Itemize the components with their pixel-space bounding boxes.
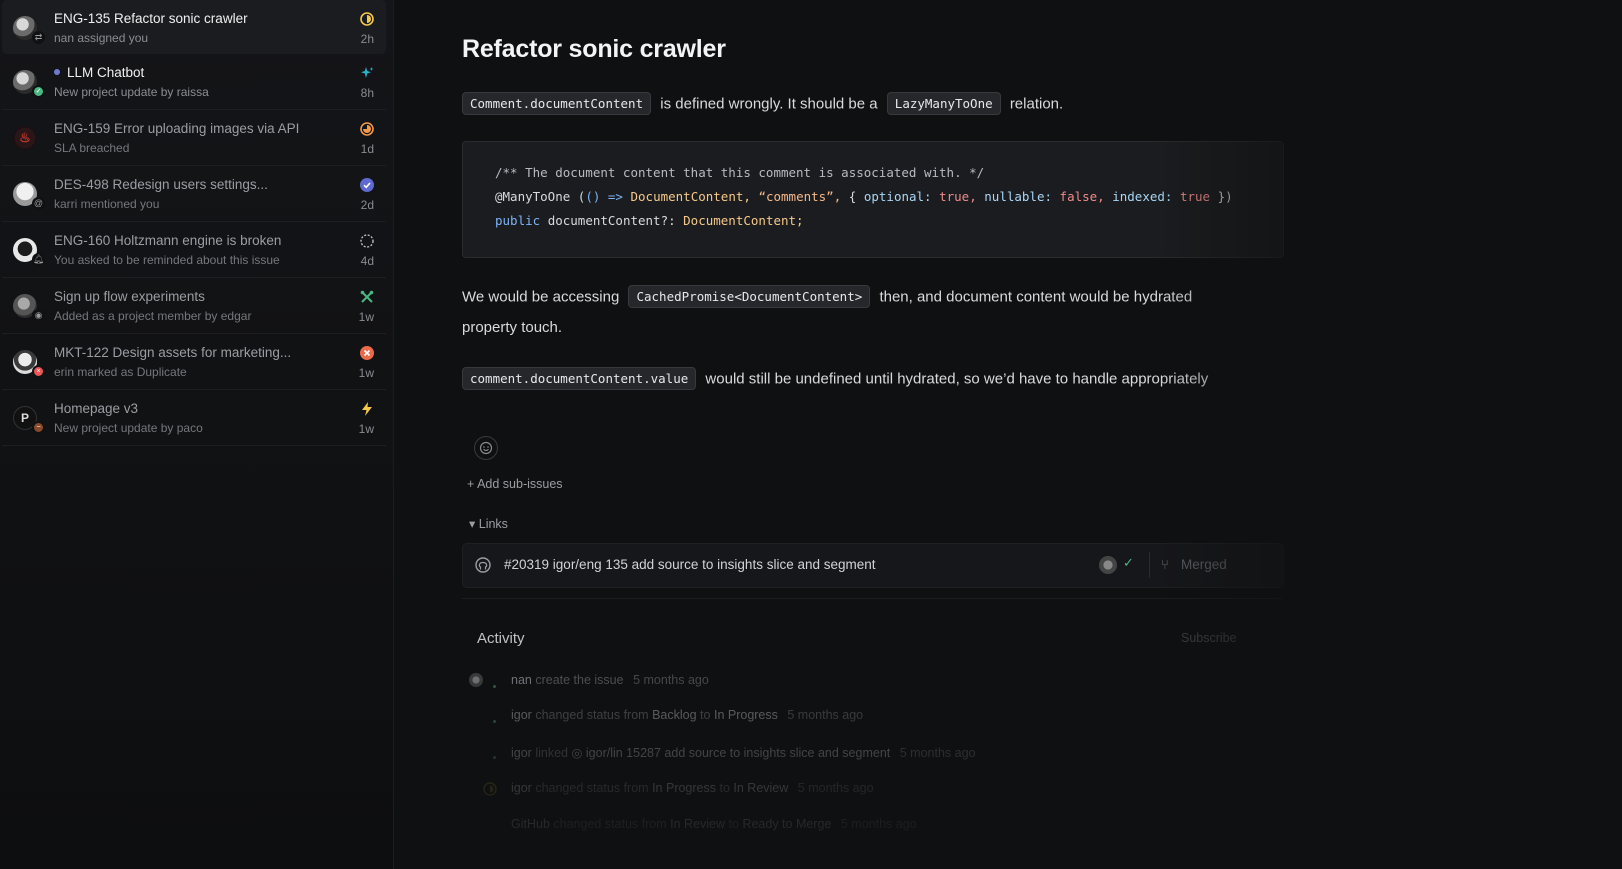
- inbox-item[interactable]: ✓ LLM Chatbot New project update by rais…: [2, 54, 386, 110]
- lightning-icon: [362, 402, 372, 416]
- inbox-item-subtitle: erin marked as Duplicate: [54, 365, 187, 379]
- inbox-item-title: Sign up flow experiments: [54, 289, 205, 304]
- description-text: We would be accessing: [462, 288, 620, 306]
- description-text: property touch.: [462, 319, 563, 336]
- on-track-icon: ✓: [32, 85, 45, 98]
- code-line: @ManyToOne (() => DocumentContent, “comm…: [495, 189, 1233, 204]
- bell-icon: 🔔︎: [32, 253, 45, 266]
- member-icon: ◉: [32, 309, 45, 322]
- inbox-item[interactable]: P ~ Homepage v3 New project update by pa…: [2, 390, 386, 446]
- fire-icon: ♨: [13, 126, 37, 150]
- in-progress-icon: [360, 122, 374, 136]
- inline-code: comment.documentContent.value: [462, 367, 697, 390]
- description-paragraph[interactable]: Comment.documentContent is defined wrong…: [462, 92, 1064, 116]
- inbox-item-subtitle: karri mentioned you: [54, 197, 160, 211]
- reassign-icon: ⇄: [32, 31, 45, 44]
- activity-entry: igor changed status from In Progress to …: [511, 781, 874, 795]
- description-text: would still be undefined until hydrated,…: [705, 370, 1209, 388]
- inbox-item-time: 8h: [360, 86, 374, 100]
- inline-code: CachedPromise<DocumentContent>: [628, 285, 871, 308]
- inline-code: Comment.documentContent: [462, 92, 652, 115]
- description-text: is defined wrongly. It should be a: [660, 95, 878, 113]
- mention-icon: @: [32, 197, 45, 210]
- avatar: [469, 673, 483, 687]
- activity-heading: Activity: [477, 630, 525, 647]
- inbox-item-title: ENG-135 Refactor sonic crawler: [54, 11, 248, 26]
- code-line: /** The document content that this comme…: [495, 165, 985, 180]
- inbox-item[interactable]: × MKT-122 Design assets for marketing...…: [2, 334, 386, 390]
- inbox-item-time: 2h: [360, 32, 374, 46]
- inbox-item[interactable]: 🔔︎ ENG-160 Holtzmann engine is broken Yo…: [2, 222, 386, 278]
- inbox-item[interactable]: ♨ ENG-159 Error uploading images via API…: [2, 110, 386, 166]
- done-icon: [360, 178, 374, 192]
- emoji-icon: [479, 441, 493, 455]
- inbox-item[interactable]: @ DES-498 Redesign users settings... kar…: [2, 166, 386, 222]
- inbox-list: ⇄ ENG-135 Refactor sonic crawler nan ass…: [2, 0, 386, 446]
- inbox-item-time: 1d: [360, 142, 374, 156]
- inbox-item[interactable]: ◉ Sign up flow experiments Added as a pr…: [2, 278, 386, 334]
- description-text: relation.: [1009, 95, 1064, 113]
- unread-dot: [54, 69, 60, 76]
- inbox-item-time: 1w: [358, 310, 374, 324]
- inbox-item[interactable]: ⇄ ENG-135 Refactor sonic crawler nan ass…: [2, 0, 386, 54]
- description-text: then, and document content would be hydr…: [879, 288, 1193, 306]
- inbox-item-title: MKT-122 Design assets for marketing...: [54, 345, 292, 360]
- cancelled-icon: [360, 346, 374, 360]
- backlog-icon: [360, 234, 374, 248]
- inbox-item-time: 1w: [358, 422, 374, 436]
- linked-pull-request[interactable]: #20319 igor/eng 135 add source to insigh…: [462, 543, 1284, 588]
- reviewer-avatar: [1099, 556, 1117, 574]
- code-block[interactable]: /** The document content that this comme…: [462, 141, 1284, 258]
- github-icon: ◎: [571, 746, 583, 760]
- inbox-item-title: ENG-159 Error uploading images via API: [54, 121, 300, 136]
- code-line: public documentContent?: DocumentContent…: [495, 213, 804, 228]
- inbox-item-title: ENG-160 Holtzmann engine is broken: [54, 233, 282, 248]
- issue-detail: Refactor sonic crawler Comment.documentC…: [394, 0, 1622, 869]
- inbox-item-title: DES-498 Redesign users settings...: [54, 177, 268, 192]
- activity-entry: nan create the issue 5 months ago: [511, 673, 709, 687]
- divider: [1149, 552, 1150, 578]
- duplicate-icon: ×: [32, 365, 45, 378]
- inbox-item-subtitle: New project update by paco: [54, 421, 203, 435]
- inbox-item-time: 2d: [360, 198, 374, 212]
- description-paragraph[interactable]: We would be accessing CachedPromise<Docu…: [462, 285, 1193, 309]
- timeline-dot: [493, 685, 496, 688]
- at-risk-icon: ~: [32, 421, 45, 434]
- github-icon: [475, 557, 491, 573]
- pull-request-title: #20319 igor/eng 135 add source to insigh…: [504, 557, 876, 572]
- inbox-item-time: 4d: [360, 254, 374, 268]
- add-sub-issues-button[interactable]: + Add sub-issues: [467, 477, 563, 491]
- description-paragraph[interactable]: comment.documentContent.value would stil…: [462, 367, 1209, 391]
- inbox-item-subtitle: New project update by raissa: [54, 85, 209, 99]
- fade-overlay: [1154, 0, 1622, 869]
- activity-entry: igor linked ◎ igor/lin 15287 add source …: [511, 746, 976, 760]
- tools-icon: [360, 290, 374, 303]
- inbox-item-time: 1w: [358, 366, 374, 380]
- timeline-dot: [493, 756, 496, 759]
- activity-entry: igor changed status from Backlog to In P…: [511, 708, 864, 722]
- add-reaction-button[interactable]: [474, 436, 498, 460]
- section-divider: [462, 598, 1282, 599]
- checks-passed-icon: ✓: [1123, 555, 1134, 570]
- inbox-item-subtitle: nan assigned you: [54, 31, 149, 45]
- sparkle-icon: [361, 67, 374, 78]
- inbox-item-subtitle: You asked to be reminded about this issu…: [54, 253, 280, 267]
- inline-code: LazyManyToOne: [886, 92, 1001, 115]
- timeline-dot: [493, 720, 496, 723]
- inbox-sidebar: ⇄ ENG-135 Refactor sonic crawler nan ass…: [0, 0, 394, 869]
- merged-icon: ⑂: [1161, 557, 1169, 572]
- in-review-icon: [483, 782, 497, 796]
- issue-title[interactable]: Refactor sonic crawler: [462, 35, 726, 64]
- in-review-icon: [360, 12, 374, 26]
- inbox-item-title: Homepage v3: [54, 401, 139, 416]
- links-section-toggle[interactable]: ▾ Links: [469, 516, 508, 531]
- inbox-item-subtitle: SLA breached: [54, 141, 130, 155]
- subscribe-button[interactable]: Subscribe: [1181, 631, 1237, 645]
- pull-request-status: Merged: [1181, 557, 1227, 572]
- activity-entry: GitHub changed status from In Review to …: [511, 817, 917, 831]
- inbox-item-subtitle: Added as a project member by edgar: [54, 309, 252, 323]
- inbox-item-title: LLM Chatbot: [54, 65, 144, 80]
